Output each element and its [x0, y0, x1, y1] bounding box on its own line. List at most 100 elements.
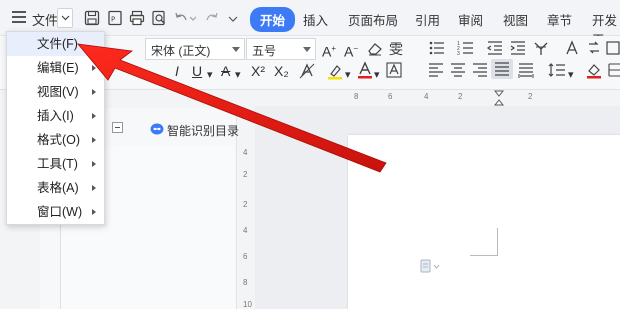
- smart-toc-icon[interactable]: [150, 123, 164, 135]
- document-page[interactable]: [348, 135, 620, 309]
- decrease-font-size-icon[interactable]: A−: [344, 40, 358, 61]
- print-icon[interactable]: [128, 9, 146, 27]
- menu-item-label: 工具(T): [37, 157, 78, 171]
- menu-item-edit[interactable]: 编辑(E): [7, 56, 104, 80]
- italic-icon[interactable]: I: [175, 62, 179, 80]
- vertical-ruler[interactable]: 4 2 2 4 6 8 10: [241, 140, 255, 309]
- chevron-right-icon: [92, 137, 96, 143]
- align-left-icon[interactable]: [428, 62, 444, 78]
- chevron-down-icon: [61, 15, 70, 21]
- chinese-layout-icon[interactable]: [532, 39, 550, 57]
- menu-item-format[interactable]: 格式(O): [7, 128, 104, 152]
- menu-item-label: 编辑(E): [37, 61, 79, 75]
- menu-item-label: 插入(I): [37, 109, 74, 123]
- tab-references[interactable]: 引用: [415, 10, 440, 29]
- align-right-icon[interactable]: [472, 62, 488, 78]
- menu-item-tools[interactable]: 工具(T): [7, 152, 104, 176]
- decrease-indent-icon[interactable]: [486, 39, 504, 57]
- bullet-list-icon[interactable]: [428, 39, 446, 57]
- chevron-down-icon[interactable]: ▾: [568, 66, 574, 84]
- tab-page-layout[interactable]: 页面布局: [348, 10, 398, 29]
- tab-view[interactable]: 视图: [503, 10, 528, 29]
- shading-icon[interactable]: [586, 61, 604, 79]
- paste-options-icon[interactable]: [420, 259, 442, 273]
- strikethrough-icon[interactable]: A: [221, 62, 230, 80]
- export-pdf-icon[interactable]: P: [106, 9, 124, 27]
- table-border-icon[interactable]: [606, 39, 620, 57]
- character-border-icon[interactable]: [386, 61, 402, 79]
- menu-item-insert[interactable]: 插入(I): [7, 104, 104, 128]
- menu-item-window[interactable]: 窗口(W): [7, 200, 104, 224]
- ruler-tick: 2: [243, 170, 248, 179]
- undo-history-icon[interactable]: [188, 9, 198, 27]
- chevron-down-icon: [303, 47, 311, 52]
- line-spacing-icon[interactable]: [548, 62, 566, 78]
- ruler-tick: 6: [388, 92, 393, 101]
- chevron-down-icon[interactable]: ▾: [235, 66, 241, 84]
- tab-section[interactable]: 章节: [547, 10, 572, 29]
- indent-marker-icon[interactable]: [493, 90, 505, 106]
- menu-item-label: 文件(F): [37, 37, 78, 51]
- ruler-tick: 10: [243, 300, 252, 309]
- smart-toc-button[interactable]: 智能识别目录: [167, 122, 239, 139]
- chevron-right-icon: [92, 209, 96, 215]
- sort-icon[interactable]: [585, 39, 603, 57]
- menu-item-table[interactable]: 表格(A): [7, 176, 104, 200]
- justify-icon[interactable]: [491, 59, 513, 79]
- file-menu-label[interactable]: 文件: [32, 10, 58, 29]
- redo-icon[interactable]: [203, 9, 221, 27]
- page-margin-corner: [470, 228, 498, 256]
- ruler-tick: 8: [354, 92, 359, 101]
- chevron-right-icon: [92, 89, 96, 95]
- ruler-tick: 2: [243, 200, 248, 209]
- tab-review[interactable]: 审阅: [458, 10, 483, 29]
- chevron-right-icon: [92, 185, 96, 191]
- chevron-right-icon: [92, 113, 96, 119]
- font-size-select[interactable]: 五号: [246, 38, 316, 60]
- distributed-align-icon[interactable]: [518, 62, 534, 78]
- clear-format-icon[interactable]: [298, 62, 316, 80]
- tab-insert[interactable]: 插入: [303, 10, 328, 29]
- file-dropdown-menu: 文件(F) 编辑(E) 视图(V) 插入(I) 格式(O) 工具(T) 表格(A…: [6, 31, 105, 225]
- ruler-tick: 4: [424, 92, 429, 101]
- chevron-down-icon[interactable]: ▾: [345, 66, 351, 84]
- subscript-icon[interactable]: X₂: [274, 62, 289, 80]
- font-name-value: 宋体 (正文): [151, 44, 211, 58]
- menu-item-label: 格式(O): [37, 133, 81, 147]
- tab-home[interactable]: 开始: [250, 7, 296, 32]
- underline-icon[interactable]: U: [192, 62, 202, 80]
- menu-item-file[interactable]: 文件(F): [7, 32, 104, 56]
- chevron-down-icon: [232, 47, 240, 52]
- svg-text:P: P: [111, 16, 115, 24]
- file-dropdown-toggle[interactable]: [57, 8, 73, 28]
- menu-item-view[interactable]: 视图(V): [7, 80, 104, 104]
- chevron-down-icon[interactable]: ▾: [374, 66, 380, 84]
- numbered-list-icon[interactable]: 123: [457, 39, 475, 57]
- eraser-icon[interactable]: [366, 39, 384, 57]
- ruler-tick: 2: [528, 92, 533, 101]
- increase-indent-icon[interactable]: [509, 39, 527, 57]
- superscript-icon[interactable]: X²: [251, 62, 265, 80]
- ruler-tick: 4: [243, 226, 248, 235]
- collapse-all-icon[interactable]: [112, 122, 123, 133]
- increase-font-size-icon[interactable]: A+: [322, 40, 336, 61]
- font-color-icon[interactable]: [357, 61, 373, 79]
- border-icon[interactable]: [608, 61, 620, 79]
- show-hide-marks-icon[interactable]: [562, 39, 580, 57]
- highlight-icon[interactable]: [326, 62, 344, 80]
- menu-item-label: 表格(A): [37, 181, 79, 195]
- hamburger-menu-icon[interactable]: [12, 11, 26, 23]
- phonetic-guide-icon[interactable]: 雯: [389, 40, 403, 58]
- chevron-down-icon[interactable]: ▾: [207, 66, 213, 84]
- print-preview-icon[interactable]: [150, 9, 168, 27]
- chevron-right-icon: [92, 161, 96, 167]
- font-name-select[interactable]: 宋体 (正文): [145, 38, 245, 60]
- align-center-icon[interactable]: [450, 62, 466, 78]
- save-icon[interactable]: [83, 9, 101, 27]
- ruler-tick: 6: [243, 252, 248, 261]
- close-icon[interactable]: ✕: [214, 100, 222, 111]
- customize-toolbar-icon[interactable]: [226, 9, 240, 27]
- horizontal-ruler[interactable]: 8 6 4 2 2: [350, 92, 620, 106]
- menu-item-label: 窗口(W): [37, 205, 83, 219]
- ruler-tick: 2: [458, 92, 463, 101]
